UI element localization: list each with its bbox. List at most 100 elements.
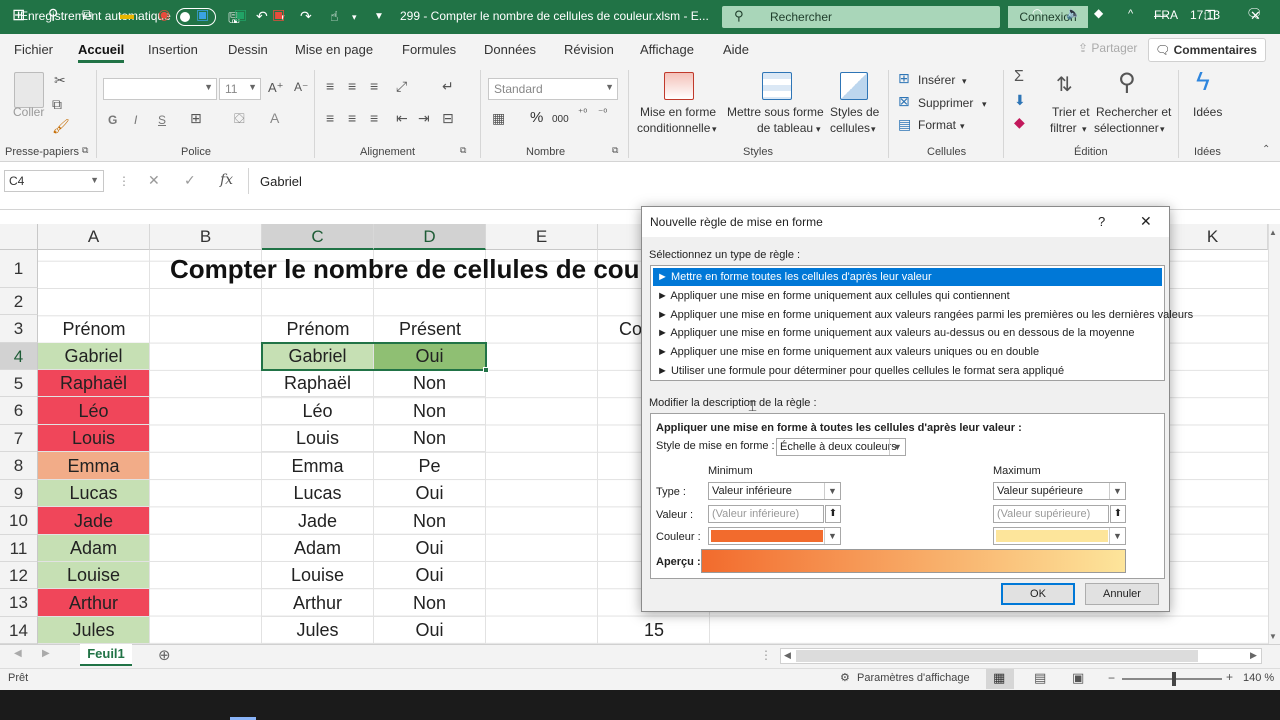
column-header-c[interactable]: C [262,224,374,250]
collapse-ribbon-icon[interactable]: ⌃ [1262,144,1270,155]
cell-c-name[interactable]: Jules [262,617,374,644]
row-header[interactable]: 6 [0,397,38,425]
notification-icon[interactable]: 🗨 [1246,6,1263,22]
rule-type-list[interactable]: ► Mettre en forme toutes les cellules d'… [650,265,1193,381]
sort-label-2[interactable]: filtrer [1050,120,1077,136]
align-left-icon[interactable]: ≡ [326,110,334,126]
rule-type-item[interactable]: ► Appliquer une mise en forme uniquement… [653,343,1162,361]
cell-d-present[interactable]: Non [374,370,486,397]
copy-icon[interactable]: ⧉ [52,96,62,113]
windows-start-icon[interactable]: ⊞ [12,5,25,25]
align-right-icon[interactable]: ≡ [370,110,378,126]
cell-d-present[interactable]: Non [374,507,486,535]
vertical-scrollbar[interactable] [1268,224,1280,644]
fill-handle[interactable] [483,367,489,373]
volume-icon[interactable]: 🔈 [1066,6,1081,20]
language-indicator[interactable]: FRA [1154,8,1178,22]
row-header[interactable]: 4 [0,343,38,370]
rule-type-item[interactable]: ► Appliquer une mise en forme uniquement… [653,324,1162,342]
dropbox-icon[interactable]: ◆ [1094,6,1103,20]
row-header[interactable]: 14 [0,617,38,644]
cell-a-name[interactable]: Emma [38,452,150,480]
excel-taskbar-icon[interactable]: ▣ [234,6,247,23]
prev-sheet-icon[interactable]: ◀ [14,648,22,659]
rule-type-item[interactable]: ► Utiliser une formule pour déterminer p… [653,362,1162,380]
find-label-1[interactable]: Rechercher et [1096,104,1171,120]
cell-a-name[interactable]: Jules [38,617,150,644]
row-header[interactable]: 1 [0,250,38,288]
cell-d-present[interactable]: Oui [374,562,486,589]
cell-c-name[interactable]: Lucas [262,480,374,507]
cell-a-name[interactable]: Léo [38,397,150,425]
merge-center-icon[interactable]: ⊟ [442,110,454,127]
zoom-in-icon[interactable]: + [1226,670,1233,684]
min-collapse-icon[interactable]: ⬆ [825,505,841,523]
cell-d-present[interactable]: Non [374,425,486,452]
tab-revision[interactable]: Révision [564,42,614,57]
tab-aide[interactable]: Aide [723,42,749,57]
table-format-label-1[interactable]: Mettre sous forme [727,104,824,120]
undo-icon[interactable]: ↶ [256,8,268,25]
align-center-icon[interactable]: ≡ [348,110,356,126]
cell-f14[interactable]: 15 [598,617,710,644]
tray-arrow-icon[interactable]: ^ [1128,8,1133,20]
display-settings-label[interactable]: Paramètres d'affichage [857,672,970,684]
sort-label-1[interactable]: Trier et [1052,104,1090,120]
zoom-level[interactable]: 140 % [1243,672,1274,684]
borders-icon[interactable]: ⊞ [190,110,202,127]
rule-type-item[interactable]: ► Appliquer une mise en forme uniquement… [653,287,1162,305]
autosum-icon[interactable]: Σ [1014,68,1024,86]
paste-label[interactable]: Coller [13,104,44,120]
chevron-down-icon[interactable]: ▾ [1082,121,1087,137]
search-icon[interactable]: ⚲ [48,6,58,23]
cell-styles-icon[interactable] [840,72,868,100]
display-settings-icon[interactable]: ⚙ [840,671,850,684]
cell-d-present[interactable]: Oui [374,535,486,562]
cell-a-name[interactable]: Lucas [38,480,150,507]
tab-splitter-icon[interactable]: ⋮ [760,648,772,662]
formula-content[interactable]: Gabriel [260,174,302,189]
indent-increase-icon[interactable]: ⇥ [418,110,430,127]
cell-d-present[interactable]: Oui [374,343,486,370]
fill-color-icon[interactable]: ⛋ [234,110,245,127]
cell-c-name[interactable]: Adam [262,535,374,562]
scroll-up-icon[interactable]: ▲ [1269,228,1277,237]
font-name-combo[interactable]: ▼ [103,78,217,100]
row-header[interactable]: 9 [0,480,38,507]
app-s-icon[interactable]: ▣ [196,6,209,23]
tab-accueil[interactable]: Accueil [78,42,125,63]
tab-formules[interactable]: Formules [402,42,456,57]
search-box[interactable]: ⚲ Rechercher [722,6,1000,28]
cell-d-present[interactable]: Oui [374,617,486,644]
cell-a-name[interactable]: Gabriel [38,343,150,370]
select-all-corner[interactable] [0,224,38,250]
chevron-down-icon[interactable]: ▾ [871,121,876,137]
thousands-button[interactable]: 000 [552,112,569,128]
header-cell-present[interactable]: Présent [374,315,486,343]
tab-donnees[interactable]: Données [484,42,536,57]
scroll-down-icon[interactable]: ▼ [1269,632,1277,641]
task-view-icon[interactable]: ⧉ [82,6,92,23]
column-header-e[interactable]: E [486,224,598,250]
cell-styles-label-1[interactable]: Styles de [830,104,879,120]
clipboard-launcher-icon[interactable]: ⧉ [82,145,88,156]
min-type-select[interactable]: Valeur inférieure ▼ [708,482,841,500]
row-header[interactable]: 11 [0,535,38,562]
grow-font-icon[interactable]: A⁺ [268,80,284,96]
row-header[interactable]: 5 [0,370,38,397]
cell-d-present[interactable]: Oui [374,480,486,507]
header-cell-co[interactable]: Co [598,315,642,343]
insert-cells-icon[interactable]: ⊞ [898,70,910,87]
add-sheet-icon[interactable]: ⊕ [158,646,171,664]
zoom-out-icon[interactable]: − [1108,671,1115,685]
cut-icon[interactable]: ✂ [54,72,66,89]
max-type-select[interactable]: Valeur supérieure ▼ [993,482,1126,500]
chevron-down-icon[interactable]: ▾ [960,118,965,134]
tab-fichier[interactable]: Fichier [14,42,53,57]
next-sheet-icon[interactable]: ▶ [42,648,50,659]
tab-affichage[interactable]: Affichage [640,42,694,57]
dialog-close-button[interactable]: ✕ [1140,213,1152,230]
redo-icon[interactable]: ↷ [300,8,312,25]
row-header[interactable]: 8 [0,452,38,480]
fill-icon[interactable]: ⬇ [1014,92,1026,109]
